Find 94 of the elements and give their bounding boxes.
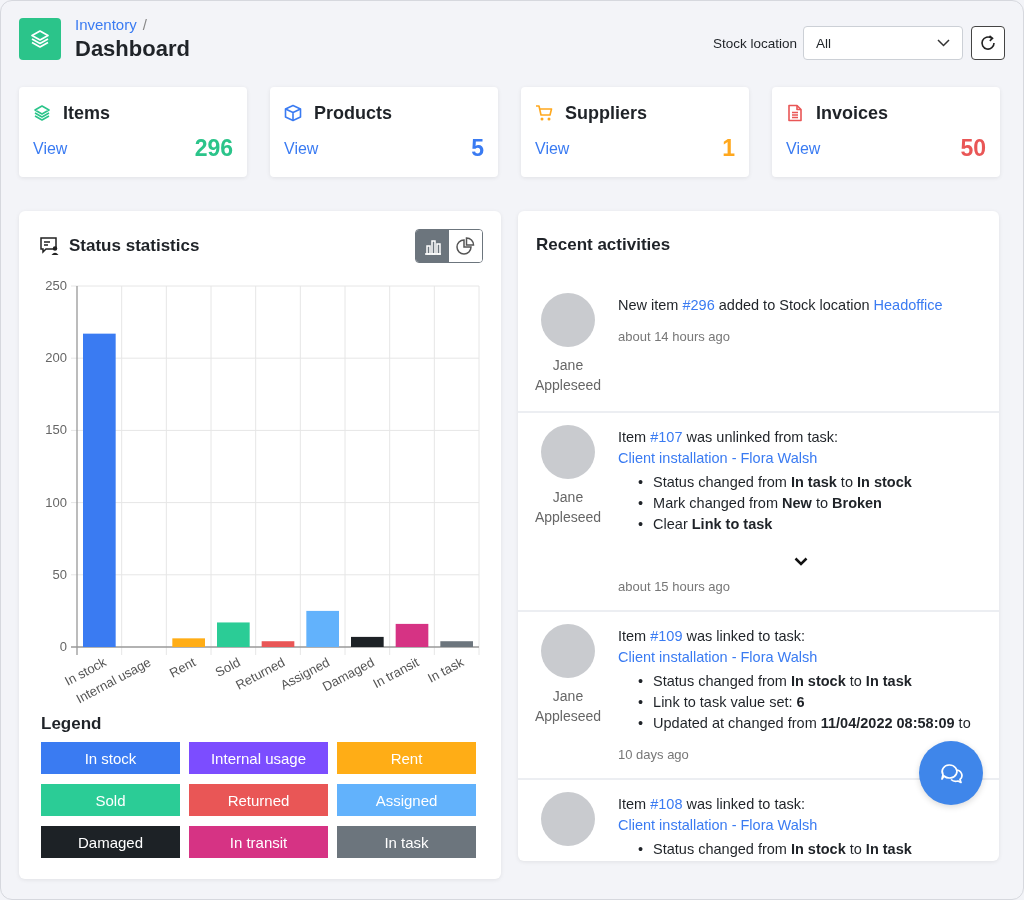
axis-tick-label: 200 bbox=[45, 350, 67, 366]
panel-title: Status statistics bbox=[69, 236, 200, 256]
activity-message: Item #109 was linked to task: Client installation - Flora Walsh bbox=[618, 627, 819, 667]
bullet-mark: • bbox=[638, 672, 644, 691]
avatar bbox=[541, 293, 595, 347]
change-entry: Status changed from In stock to In task bbox=[653, 840, 912, 859]
axis-tick-label: 100 bbox=[45, 494, 67, 510]
activity-link[interactable]: #109 bbox=[650, 628, 683, 644]
user-name: Jane Appleseed bbox=[533, 488, 603, 527]
refresh-icon bbox=[979, 34, 997, 52]
chart-bar bbox=[306, 610, 339, 647]
bar-chart-icon bbox=[423, 237, 442, 255]
user-name: Jane Appleseed bbox=[533, 687, 603, 726]
activity-link[interactable]: #107 bbox=[650, 429, 683, 445]
change-entry: Status changed from In stock to In task bbox=[653, 672, 912, 691]
axis-tick-label: 150 bbox=[45, 422, 67, 438]
activity-time: about 15 hours ago bbox=[618, 578, 732, 596]
chart-bar bbox=[261, 641, 295, 647]
bullet-mark: • bbox=[638, 494, 644, 513]
panel-title: Recent activities bbox=[535, 234, 672, 256]
category-label: Rent bbox=[166, 654, 199, 681]
change-entry: Status changed from In task to In stock bbox=[653, 473, 912, 492]
change-entry: Updated at changed from 11/04/2022 08:58:09 to bbox=[653, 714, 971, 733]
breadcrumb-link[interactable]: Inventory bbox=[75, 16, 137, 33]
presentation-icon bbox=[39, 236, 59, 256]
axis-tick-label: 50 bbox=[52, 566, 67, 582]
legend-item: Rent bbox=[337, 742, 476, 774]
chart-bar bbox=[440, 641, 473, 647]
box-icon bbox=[284, 104, 302, 122]
chart-bar bbox=[172, 638, 205, 647]
activity-message: New item #296 added to Stock location Headoffice bbox=[618, 296, 944, 315]
count-value: 50 bbox=[960, 135, 986, 162]
count-value: 296 bbox=[194, 135, 233, 162]
bullet-mark: • bbox=[638, 714, 644, 733]
activity-link[interactable]: Client installation - Flora Walsh bbox=[618, 649, 818, 665]
activity-link[interactable]: #108 bbox=[650, 796, 683, 812]
bullet-mark: • bbox=[638, 840, 644, 859]
axis-tick-label: 250 bbox=[45, 278, 67, 293]
count-value: 1 bbox=[722, 135, 735, 162]
legend-item: Sold bbox=[41, 784, 180, 816]
change-entry: Clear Link to task bbox=[653, 515, 773, 534]
stock-location-select[interactable]: All bbox=[803, 26, 963, 60]
chart-bar bbox=[395, 623, 429, 647]
layers-icon bbox=[33, 104, 51, 122]
change-entry: Mark changed from New to Broken bbox=[653, 494, 882, 513]
avatar bbox=[541, 624, 595, 678]
layers-icon bbox=[30, 29, 50, 49]
chart-bar bbox=[217, 622, 250, 647]
document-icon bbox=[786, 104, 804, 122]
field-label: Stock location bbox=[712, 35, 797, 51]
card-title: Items bbox=[63, 102, 111, 124]
activity-link[interactable]: Client installation - Flora Walsh bbox=[618, 817, 818, 833]
avatar bbox=[541, 425, 595, 479]
refresh-button[interactable] bbox=[971, 26, 1005, 60]
chat-icon bbox=[939, 762, 963, 784]
legend-item: Internal usage bbox=[189, 742, 328, 774]
avatar bbox=[541, 792, 595, 846]
legend-title: Legend bbox=[41, 714, 103, 734]
category-label: In task bbox=[425, 654, 467, 686]
card-title: Invoices bbox=[816, 102, 889, 124]
breadcrumb-separator: / bbox=[142, 16, 147, 33]
card-title: Suppliers bbox=[565, 102, 648, 124]
count-value: 5 bbox=[471, 135, 484, 162]
activity-link[interactable]: Headoffice bbox=[873, 297, 943, 313]
legend-item: Returned bbox=[189, 784, 328, 816]
activity-link[interactable]: Client installation - Flora Walsh bbox=[618, 450, 818, 466]
card-title: Products bbox=[314, 102, 392, 124]
chart-bar bbox=[351, 636, 384, 647]
activity-link[interactable]: #296 bbox=[682, 297, 715, 313]
bar-chart-toggle[interactable] bbox=[416, 230, 449, 262]
page-title: Dashboard bbox=[75, 36, 190, 62]
bullet-mark: • bbox=[638, 515, 644, 534]
legend-item: Assigned bbox=[337, 784, 476, 816]
bullet-mark: • bbox=[638, 693, 644, 712]
bullet-mark: • bbox=[638, 473, 644, 492]
user-name: Jane Appleseed bbox=[533, 356, 603, 395]
change-entry: Link to task value set: 6 bbox=[653, 693, 805, 712]
view-link[interactable]: View bbox=[33, 139, 68, 158]
activity-message: Item #108 was linked to task: Client installation - Flora Walsh bbox=[618, 795, 819, 835]
chevron-down-icon bbox=[793, 557, 808, 566]
view-link[interactable]: View bbox=[284, 139, 319, 158]
activity-time: 10 days ago bbox=[618, 746, 690, 764]
legend-item: In transit bbox=[189, 826, 328, 858]
activity-message: Item #107 was unlinked from task: Client installation - Flora Walsh bbox=[618, 428, 840, 468]
view-link[interactable]: View bbox=[535, 139, 570, 158]
pie-chart-icon bbox=[456, 237, 475, 255]
cart-icon bbox=[535, 104, 553, 122]
legend-item: Damaged bbox=[41, 826, 180, 858]
legend-item: In task bbox=[337, 826, 476, 858]
activity-time: about 14 hours ago bbox=[618, 328, 732, 346]
legend-item: In stock bbox=[41, 742, 180, 774]
view-link[interactable]: View bbox=[786, 139, 821, 158]
chevron-down-icon bbox=[937, 39, 950, 47]
axis-tick-label: 0 bbox=[59, 639, 67, 654]
